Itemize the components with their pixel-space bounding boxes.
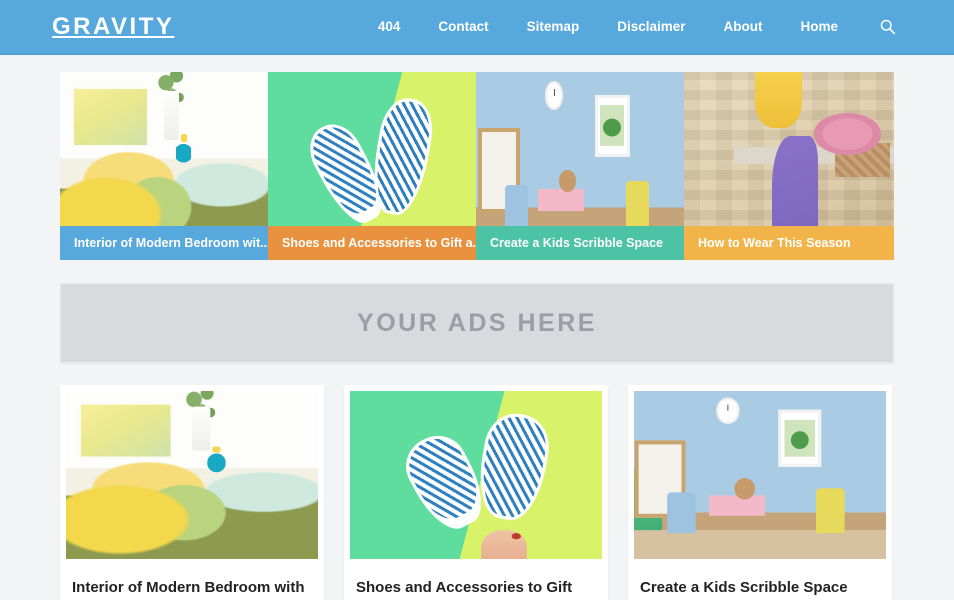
pink-sun-hat (814, 113, 882, 155)
site-header: GRAVITY 404 Contact Sitemap Disclaimer A… (0, 0, 954, 55)
nav-item-contact[interactable]: Contact (419, 0, 507, 54)
search-icon (880, 19, 896, 35)
wall-clock (716, 397, 740, 424)
yellow-dress (755, 72, 802, 129)
main-navigation: 404 Contact Sitemap Disclaimer About Hom… (359, 0, 902, 54)
pink-table (708, 495, 766, 517)
post-card[interactable]: Create a Kids Scribble Space (628, 385, 892, 600)
post-title[interactable]: Shoes and Accessories to Gift and Get (350, 559, 602, 600)
page-wrap: Interior of Modern Bedroom wit... Shoes … (0, 72, 954, 600)
nav-item-home[interactable]: Home (781, 0, 857, 54)
search-button[interactable] (857, 18, 902, 35)
post-thumbnail[interactable] (350, 391, 602, 559)
post-title[interactable]: Create a Kids Scribble Space (634, 559, 886, 599)
ad-banner[interactable]: YOUR ADS HERE (60, 283, 894, 363)
featured-caption-3[interactable]: Create a Kids Scribble Space (476, 226, 684, 260)
featured-slider: Interior of Modern Bedroom wit... Shoes … (60, 72, 894, 260)
blue-chair (505, 184, 528, 230)
vase-decoration (207, 446, 226, 474)
post-title[interactable]: Interior of Modern Bedroom with Bed (66, 559, 318, 600)
bedroom-with-yellow-pillows-image (66, 391, 318, 559)
plant-decoration (155, 72, 189, 118)
post-card[interactable]: Interior of Modern Bedroom with Bed (60, 385, 324, 600)
pink-table (538, 188, 585, 212)
post-thumbnail[interactable] (634, 391, 886, 559)
wall-picture-frame (777, 409, 822, 467)
plant-decoration (181, 391, 223, 431)
featured-item-1[interactable]: Interior of Modern Bedroom wit... (60, 72, 268, 260)
sneaker-right (366, 94, 438, 219)
nav-item-about[interactable]: About (705, 0, 782, 54)
teddy-bear (559, 169, 576, 193)
yellow-chair (816, 488, 845, 534)
yellow-chair (625, 181, 649, 230)
featured-caption-1[interactable]: Interior of Modern Bedroom wit... (60, 226, 268, 260)
featured-item-3[interactable]: Create a Kids Scribble Space (476, 72, 684, 260)
vase-decoration (176, 134, 192, 165)
nav-item-disclaimer[interactable]: Disclaimer (598, 0, 704, 54)
teddy-bear (734, 478, 755, 499)
post-card[interactable]: Shoes and Accessories to Gift and Get (344, 385, 608, 600)
kids-playroom-blue-wall-image (634, 391, 886, 559)
sneaker-right (472, 408, 555, 525)
blue-sneakers-on-green-background-image (350, 391, 602, 559)
site-logo[interactable]: GRAVITY (52, 14, 174, 39)
post-thumbnail[interactable] (66, 391, 318, 559)
blue-chair (667, 492, 696, 534)
post-grid: Interior of Modern Bedroom with Bed Shoe… (60, 385, 894, 600)
featured-item-4[interactable]: How to Wear This Season (684, 72, 894, 260)
ad-banner-text: YOUR ADS HERE (357, 308, 597, 337)
hand-holding-shoe (481, 529, 528, 559)
featured-caption-2[interactable]: Shoes and Accessories to Gift a... (268, 226, 476, 260)
nav-item-sitemap[interactable]: Sitemap (508, 0, 599, 54)
wall-picture-frame (594, 94, 630, 157)
featured-item-2[interactable]: Shoes and Accessories to Gift a... (268, 72, 476, 260)
featured-caption-4[interactable]: How to Wear This Season (684, 226, 894, 260)
wall-clock (544, 81, 564, 110)
nav-item-404[interactable]: 404 (359, 0, 420, 54)
